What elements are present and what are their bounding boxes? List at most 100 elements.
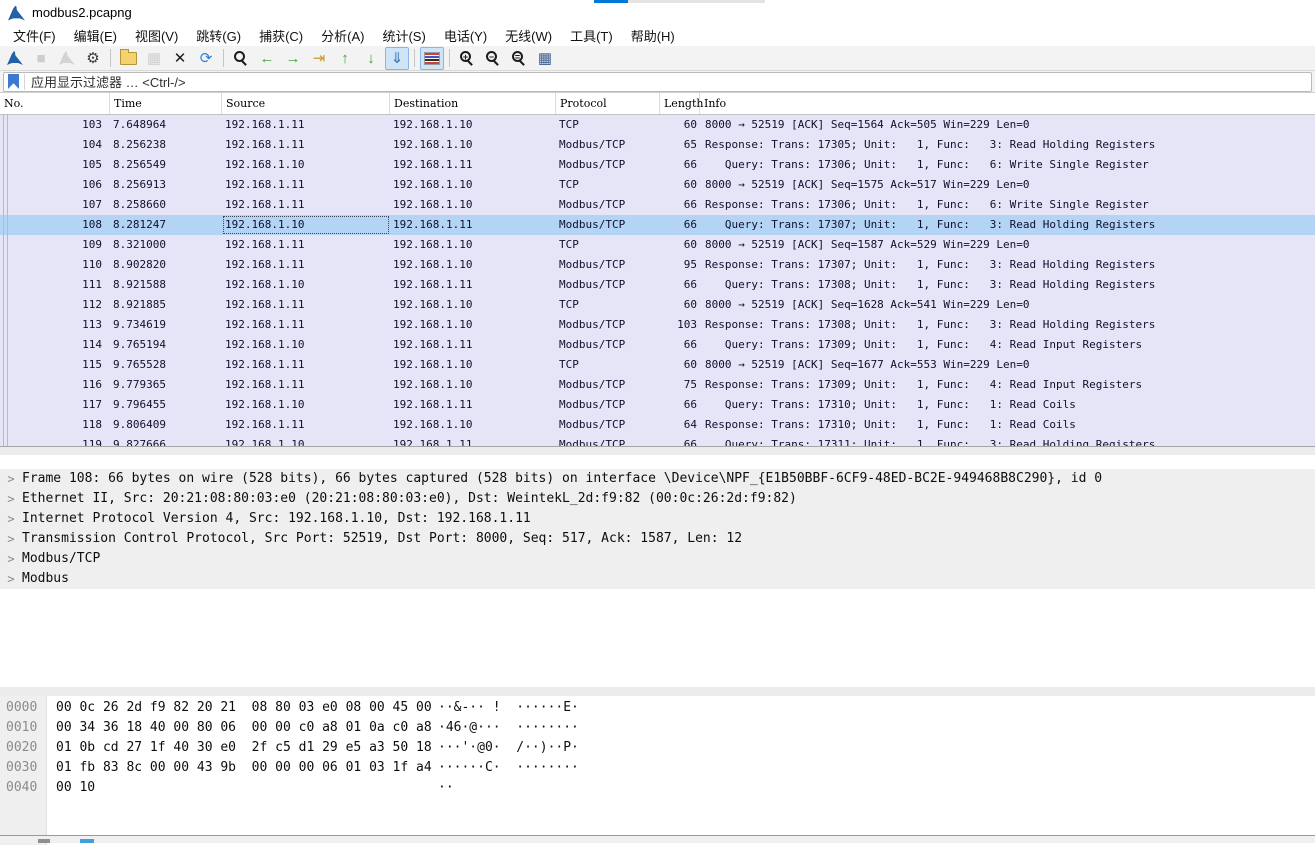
cell-source: 192.168.1.10	[222, 335, 390, 355]
cell-length: 60	[660, 115, 700, 135]
packet-list: No. Time Source Destination Protocol Len…	[0, 93, 1315, 447]
hex-ascii[interactable]: ······C· ········	[438, 758, 1315, 778]
cell-protocol: Modbus/TCP	[556, 275, 660, 295]
toolbar-separator	[223, 49, 224, 67]
hex-offset: 0020	[0, 738, 46, 758]
capture-comment-icon[interactable]	[80, 839, 94, 843]
menu-item-3[interactable]: 跳转(G)	[187, 24, 250, 47]
cell-destination: 192.168.1.10	[390, 115, 556, 135]
colorize-button[interactable]	[420, 47, 444, 70]
menu-item-10[interactable]: 帮助(H)	[622, 24, 684, 47]
packet-row-107[interactable]: 1078.258660192.168.1.11192.168.1.10Modbu…	[0, 195, 1315, 215]
packet-row-119[interactable]: 1199.827666192.168.1.10192.168.1.11Modbu…	[0, 435, 1315, 447]
display-filter-input[interactable]: 应用显示过滤器 … <Ctrl-/>	[3, 72, 1312, 92]
packet-row-111[interactable]: 1118.921588192.168.1.10192.168.1.11Modbu…	[0, 275, 1315, 295]
find-packet-button[interactable]	[229, 47, 253, 70]
column-header-no[interactable]: No.	[0, 93, 110, 114]
detail-row-1[interactable]: >Ethernet II, Src: 20:21:08:80:03:e0 (20…	[0, 489, 1315, 509]
detail-row-0[interactable]: >Frame 108: 66 bytes on wire (528 bits),…	[0, 469, 1315, 489]
hex-ascii[interactable]: ·46·@··· ········	[438, 718, 1315, 738]
column-header-length[interactable]: Length	[660, 93, 700, 114]
packet-row-108[interactable]: 1088.281247192.168.1.10192.168.1.11Modbu…	[0, 215, 1315, 235]
cell-info: Query: Trans: 17311; Unit: 1, Func: 3: R…	[700, 435, 1315, 447]
packet-row-103[interactable]: 1037.648964192.168.1.11192.168.1.10TCP60…	[0, 115, 1315, 135]
menu-item-1[interactable]: 编辑(E)	[65, 24, 126, 47]
cell-info: 8000 → 52519 [ACK] Seq=1628 Ack=541 Win=…	[700, 295, 1315, 315]
expander-chevron-icon[interactable]: >	[0, 489, 22, 509]
column-header-protocol[interactable]: Protocol	[556, 93, 660, 114]
reload-file-button[interactable]: ⟳	[194, 47, 218, 70]
detail-row-2[interactable]: >Internet Protocol Version 4, Src: 192.1…	[0, 509, 1315, 529]
restart-capture-button	[55, 47, 79, 70]
column-header-destination[interactable]: Destination	[390, 93, 556, 114]
menu-item-7[interactable]: 电话(Y)	[435, 24, 496, 47]
bookmark-icon[interactable]	[8, 74, 19, 89]
close-file-button[interactable]: ✕	[168, 47, 192, 70]
hex-row-0010[interactable]: 001000 34 36 18 40 00 80 06 00 00 c0 a8 …	[0, 718, 1315, 738]
hex-ascii[interactable]: ···'·@0· /··)··P·	[438, 738, 1315, 758]
expander-chevron-icon[interactable]: >	[0, 529, 22, 549]
expander-chevron-icon[interactable]: >	[0, 469, 22, 489]
expander-chevron-icon[interactable]: >	[0, 509, 22, 529]
cell-protocol: Modbus/TCP	[556, 335, 660, 355]
open-file-button[interactable]	[116, 47, 140, 70]
hex-row-0030[interactable]: 003001 fb 83 8c 00 00 43 9b 00 00 00 06 …	[0, 758, 1315, 778]
cell-time: 8.321000	[110, 235, 222, 255]
hex-ascii[interactable]: ··	[438, 778, 1315, 798]
status-bar	[0, 835, 1315, 843]
menu-item-8[interactable]: 无线(W)	[496, 24, 561, 47]
go-last-button[interactable]: ↓	[359, 47, 383, 70]
packet-row-113[interactable]: 1139.734619192.168.1.11192.168.1.10Modbu…	[0, 315, 1315, 335]
hex-row-0040[interactable]: 004000 10··	[0, 778, 1315, 798]
menu-item-2[interactable]: 视图(V)	[126, 24, 187, 47]
packet-row-109[interactable]: 1098.321000192.168.1.11192.168.1.10TCP60…	[0, 235, 1315, 255]
packet-row-112[interactable]: 1128.921885192.168.1.11192.168.1.10TCP60…	[0, 295, 1315, 315]
zoom-out-button[interactable]: −	[481, 47, 505, 70]
packet-row-106[interactable]: 1068.256913192.168.1.11192.168.1.10TCP60…	[0, 175, 1315, 195]
hex-bytes[interactable]: 01 fb 83 8c 00 00 43 9b 00 00 00 06 01 0…	[46, 758, 438, 778]
hex-row-0000[interactable]: 000000 0c 26 2d f9 82 20 21 08 80 03 e0 …	[0, 698, 1315, 718]
column-header-source[interactable]: Source	[222, 93, 390, 114]
go-to-packet-button[interactable]: ⇥	[307, 47, 331, 70]
packet-row-117[interactable]: 1179.796455192.168.1.10192.168.1.11Modbu…	[0, 395, 1315, 415]
menu-item-5[interactable]: 分析(A)	[312, 24, 373, 47]
detail-row-5[interactable]: >Modbus	[0, 569, 1315, 589]
zoom-in-button[interactable]: +	[455, 47, 479, 70]
packet-row-116[interactable]: 1169.779365192.168.1.11192.168.1.10Modbu…	[0, 375, 1315, 395]
hex-bytes[interactable]: 00 0c 26 2d f9 82 20 21 08 80 03 e0 08 0…	[46, 698, 438, 718]
zoom-reset-button[interactable]: =	[507, 47, 531, 70]
expander-chevron-icon[interactable]: >	[0, 569, 22, 589]
start-capture-button[interactable]	[3, 47, 27, 70]
go-first-button[interactable]: ↑	[333, 47, 357, 70]
column-header-info[interactable]: Info	[700, 93, 1315, 114]
expert-info-icon[interactable]	[38, 839, 50, 843]
auto-scroll-button[interactable]: ⇓	[385, 47, 409, 70]
packet-row-104[interactable]: 1048.256238192.168.1.11192.168.1.10Modbu…	[0, 135, 1315, 155]
detail-row-3[interactable]: >Transmission Control Protocol, Src Port…	[0, 529, 1315, 549]
hex-bytes[interactable]: 00 34 36 18 40 00 80 06 00 00 c0 a8 01 0…	[46, 718, 438, 738]
cell-info: Response: Trans: 17309; Unit: 1, Func: 4…	[700, 375, 1315, 395]
hex-ascii[interactable]: ··&-·· ! ······E·	[438, 698, 1315, 718]
resize-columns-button[interactable]: ▦	[533, 47, 557, 70]
packet-row-118[interactable]: 1189.806409192.168.1.11192.168.1.10Modbu…	[0, 415, 1315, 435]
cell-source: 192.168.1.10	[222, 155, 390, 175]
column-header-time[interactable]: Time	[110, 93, 222, 114]
hex-row-0020[interactable]: 002001 0b cd 27 1f 40 30 e0 2f c5 d1 29 …	[0, 738, 1315, 758]
hex-bytes[interactable]: 00 10	[46, 778, 438, 798]
packet-row-115[interactable]: 1159.765528192.168.1.11192.168.1.10TCP60…	[0, 355, 1315, 375]
capture-options-button[interactable]: ⚙	[81, 47, 105, 70]
menu-item-0[interactable]: 文件(F)	[4, 24, 65, 47]
go-forward-button[interactable]: →	[281, 47, 305, 70]
detail-row-4[interactable]: >Modbus/TCP	[0, 549, 1315, 569]
menu-item-4[interactable]: 捕获(C)	[250, 24, 312, 47]
go-back-button[interactable]: ←	[255, 47, 279, 70]
cell-length: 64	[660, 415, 700, 435]
packet-row-114[interactable]: 1149.765194192.168.1.10192.168.1.11Modbu…	[0, 335, 1315, 355]
menu-item-6[interactable]: 统计(S)	[373, 24, 434, 47]
packet-row-110[interactable]: 1108.902820192.168.1.11192.168.1.10Modbu…	[0, 255, 1315, 275]
packet-row-105[interactable]: 1058.256549192.168.1.10192.168.1.11Modbu…	[0, 155, 1315, 175]
hex-bytes[interactable]: 01 0b cd 27 1f 40 30 e0 2f c5 d1 29 e5 a…	[46, 738, 438, 758]
cell-length: 66	[660, 215, 700, 235]
menu-item-9[interactable]: 工具(T)	[561, 24, 622, 47]
expander-chevron-icon[interactable]: >	[0, 549, 22, 569]
